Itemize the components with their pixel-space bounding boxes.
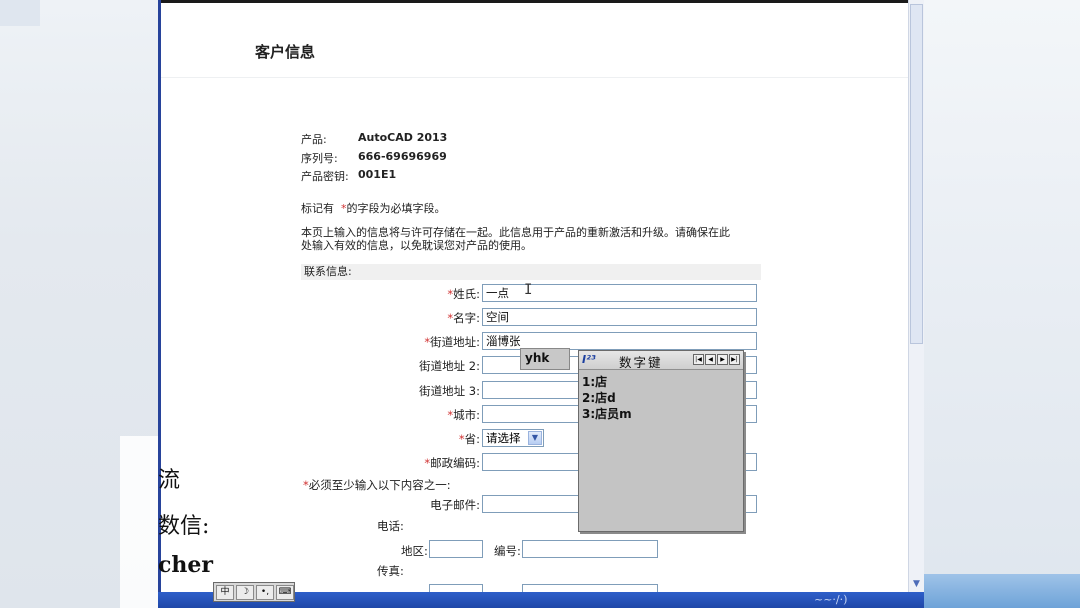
ime-candidate-title: 数字键 (619, 355, 663, 370)
taskbar-decoration: ~~·/·) (814, 593, 848, 606)
phone-label: 电话: (377, 519, 404, 533)
last-name-label: *姓氏: (447, 287, 480, 301)
chevron-down-icon[interactable]: ▼ (528, 431, 542, 445)
installer-window: 客户信息 产品: AutoCAD 2013 序列号: 666-69696969 … (158, 0, 924, 608)
next-page-icon[interactable]: ▶ (717, 354, 728, 365)
street2-label: 街道地址 2: (419, 359, 480, 373)
at-least-one-note: *必须至少输入以下内容之一: (303, 478, 451, 492)
phone-area-label: 地区: (401, 544, 428, 558)
ime-page-nav: |◀ ◀ ▶ ▶| (693, 354, 740, 365)
overlay-line-2: 数信: (158, 514, 210, 539)
street1-label: *街道地址: (424, 335, 480, 349)
vertical-scrollbar[interactable]: ▼ (908, 0, 924, 592)
required-note: 标记有 *的字段为必填字段。 (301, 202, 446, 215)
phone-number-input[interactable] (522, 540, 658, 558)
prev-page-icon[interactable]: ◀ (705, 354, 716, 365)
first-name-label: *名字: (447, 311, 480, 325)
overlay-background (120, 436, 158, 608)
phone-number-label: 编号: (494, 544, 521, 558)
ime-status-toolbar[interactable]: 中 ☽ •, ⌨ (213, 582, 295, 602)
product-key-label: 产品密钥: (301, 170, 349, 183)
ime-candidate-1[interactable]: 1:店 (582, 373, 607, 390)
product-label: 产品: (301, 133, 327, 146)
desktop-background-right (924, 0, 1080, 608)
scroll-down-arrow-icon[interactable]: ▼ (911, 579, 922, 590)
overlay-line-1: 流 (158, 468, 181, 493)
scrollbar-thumb[interactable] (910, 4, 923, 344)
first-page-icon[interactable]: |◀ (693, 354, 704, 365)
ime-candidate-2[interactable]: 2:店d (582, 389, 616, 406)
city-label: *城市: (447, 408, 480, 422)
header-band: 客户信息 (161, 3, 908, 78)
province-select[interactable]: 请选择 ▼ (482, 429, 544, 447)
province-selected-value: 请选择 (486, 431, 521, 445)
overlay-line-3: cher (158, 552, 213, 578)
fax-label: 传真: (377, 564, 404, 578)
serial-value: 666-69696969 (358, 150, 447, 163)
soft-keyboard-icon[interactable]: ⌨ (276, 584, 294, 600)
product-value: AutoCAD 2013 (358, 131, 448, 144)
first-name-input[interactable]: 空间 (482, 308, 757, 326)
province-label: *省: (458, 432, 480, 446)
zip-label: *邮政编码: (424, 456, 480, 470)
ime-composition-window: yhk (520, 348, 570, 370)
phone-area-input[interactable] (429, 540, 483, 558)
info-line-2: 处输入有效的信息，以免耽误您对产品的使用。 (301, 239, 532, 252)
street3-label: 街道地址 3: (419, 384, 480, 398)
ime-candidate-3[interactable]: 3:店员m (582, 405, 632, 422)
ime-mode-icon[interactable]: 中 (216, 584, 234, 600)
ime-candidate-window[interactable]: I²³ 数字键 |◀ ◀ ▶ ▶| 1:店 2:店d 3:店员m (578, 350, 744, 532)
product-key-value: 001E1 (358, 168, 397, 181)
half-full-width-icon[interactable]: ☽ (236, 584, 254, 600)
page-title: 客户信息 (255, 43, 316, 61)
ime-candidate-header: I²³ 数字键 |◀ ◀ ▶ ▶| (579, 351, 743, 370)
last-page-icon[interactable]: ▶| (729, 354, 740, 365)
email-label: 电子邮件: (430, 498, 480, 512)
ibeam-cursor-icon: I (524, 282, 533, 298)
punctuation-icon[interactable]: •, (256, 584, 274, 600)
ime-logo-icon: I²³ (582, 353, 596, 366)
serial-label: 序列号: (301, 152, 338, 165)
contact-section-header: 联系信息: (301, 264, 761, 280)
